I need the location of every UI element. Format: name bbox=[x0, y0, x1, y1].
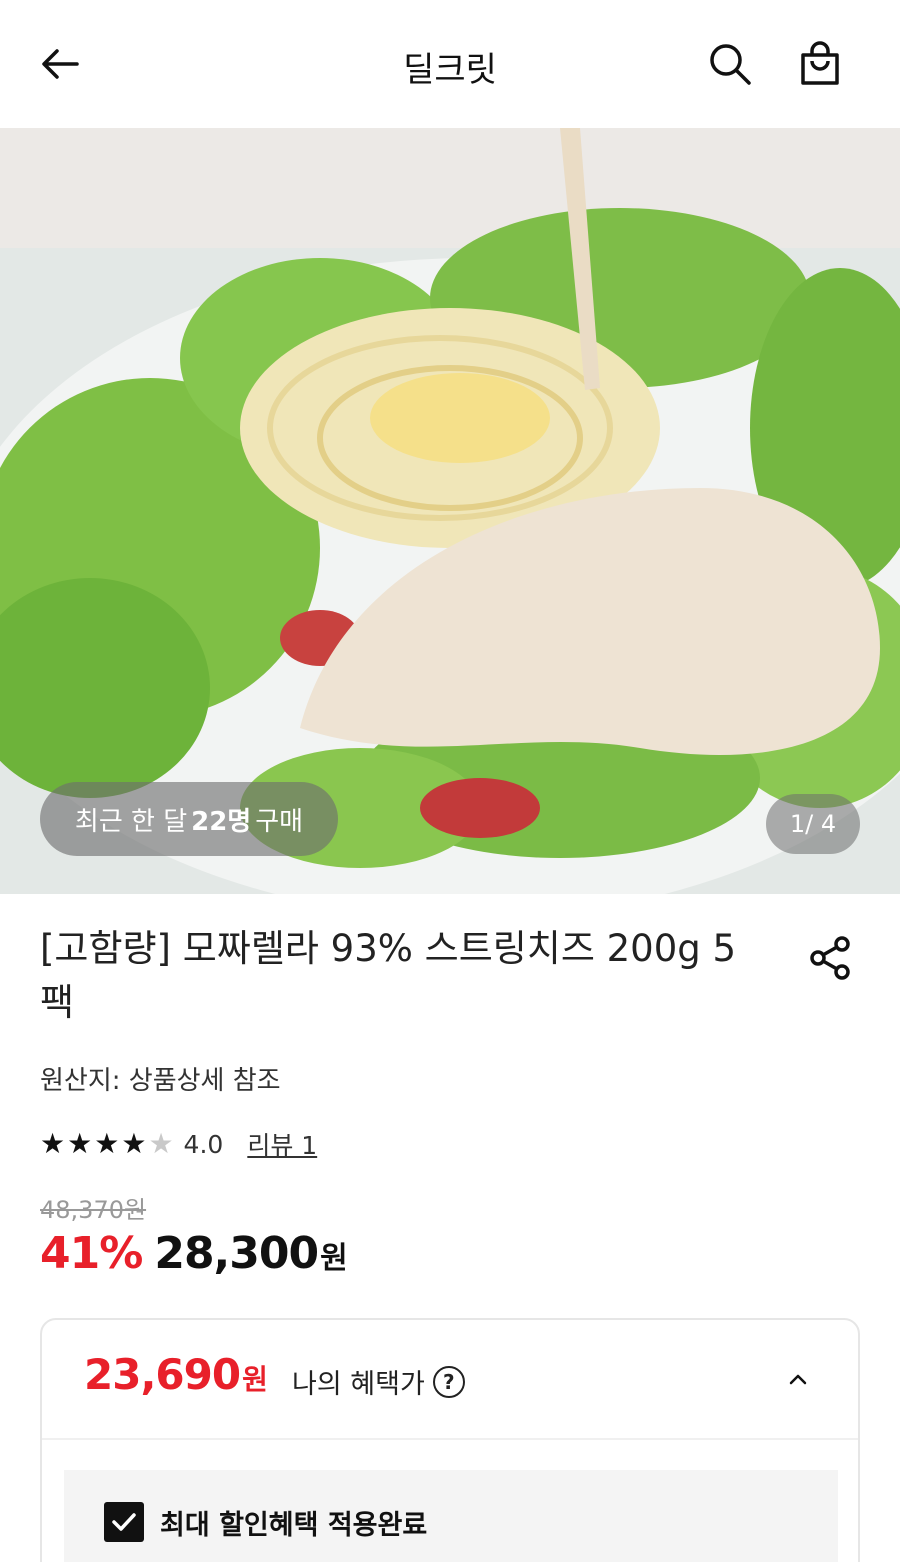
benefit-price: 23,690 원 bbox=[84, 1350, 268, 1399]
search-icon bbox=[710, 44, 751, 85]
rating-value: 4.0 bbox=[183, 1129, 224, 1159]
star-icon: ★ bbox=[40, 1127, 66, 1160]
chevron-up-icon bbox=[789, 1374, 807, 1385]
star-icon: ★ bbox=[121, 1127, 147, 1160]
star-empty-icon: ★ bbox=[148, 1127, 174, 1160]
purchase-prefix: 최근 한 달 bbox=[74, 806, 188, 837]
benefit-header[interactable]: 23,690 원 나의 혜택가 ? bbox=[42, 1320, 858, 1440]
image-page-counter: 1/ 4 bbox=[766, 794, 860, 854]
original-price: 48,370원 bbox=[40, 1196, 147, 1224]
review-link[interactable]: 리뷰 1 bbox=[247, 1126, 317, 1162]
product-photo bbox=[0, 128, 900, 894]
shopping-bag-icon bbox=[801, 41, 839, 85]
max-discount-check[interactable]: 최대 할인혜택 적용완료 bbox=[104, 1502, 427, 1542]
checkbox-checked[interactable] bbox=[104, 1502, 144, 1542]
sale-price: 28,300 bbox=[154, 1228, 319, 1279]
origin-info: 원산지: 상품상세 참조 bbox=[40, 1066, 281, 1096]
benefit-panel: 23,690 원 나의 혜택가 ? 최대 할인혜택 적용완료 bbox=[40, 1318, 860, 1562]
share-icon bbox=[810, 936, 850, 980]
benefit-label: 나의 혜택가 bbox=[292, 1369, 425, 1400]
collapse-button[interactable] bbox=[778, 1360, 818, 1400]
purchase-count: 22명 bbox=[191, 806, 252, 837]
star-icon: ★ bbox=[67, 1127, 93, 1160]
purchase-suffix: 구매 bbox=[255, 806, 304, 837]
star-rating: ★ ★ ★ ★ ★ bbox=[40, 1130, 174, 1158]
currency-unit: 원 bbox=[320, 1241, 348, 1276]
top-app-bar: 딜크릿 bbox=[0, 0, 900, 128]
benefit-amount: 23,690 bbox=[84, 1350, 241, 1399]
product-image-carousel[interactable]: 최근 한 달 22명 구매 1/ 4 bbox=[0, 128, 900, 894]
cart-button[interactable] bbox=[790, 34, 850, 94]
benefit-detail: 최대 할인혜택 적용완료 bbox=[64, 1470, 838, 1562]
recent-purchase-badge: 최근 한 달 22명 구매 bbox=[40, 782, 338, 856]
page-title: 딜크릿 bbox=[403, 50, 497, 90]
product-title: [고함량] 모짜렐라 93% 스트링치즈 200g 5팩 bbox=[40, 927, 737, 1024]
benefit-currency: 원 bbox=[242, 1363, 268, 1396]
check-label: 최대 할인혜택 적용완료 bbox=[160, 1509, 428, 1541]
benefit-label-group: 나의 혜택가 ? bbox=[292, 1362, 465, 1401]
price-row: 41% 28,300 원 bbox=[40, 1228, 348, 1279]
rating-row: ★ ★ ★ ★ ★ 4.0 리뷰 1 bbox=[40, 1126, 317, 1162]
search-button[interactable] bbox=[700, 34, 760, 94]
checkmark-icon bbox=[112, 1513, 136, 1531]
discount-rate: 41% bbox=[40, 1228, 143, 1279]
share-button[interactable] bbox=[800, 928, 860, 988]
help-icon[interactable]: ? bbox=[432, 1365, 465, 1398]
star-icon: ★ bbox=[94, 1127, 120, 1160]
